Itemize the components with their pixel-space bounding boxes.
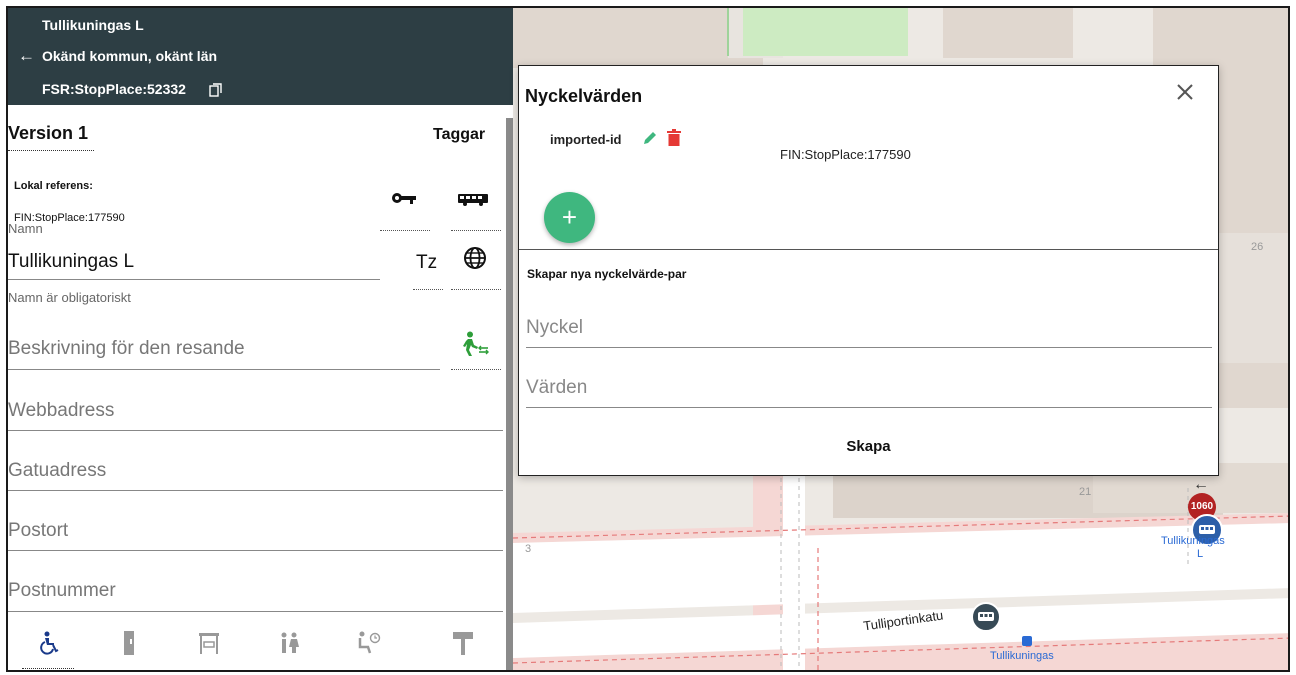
- waiting-room-icon[interactable]: [354, 628, 384, 658]
- url-input[interactable]: Webbadress: [8, 400, 114, 422]
- ticket-machine-icon[interactable]: [114, 628, 144, 658]
- back-arrow-icon[interactable]: ←: [18, 46, 35, 66]
- stop-id: FSR:StopPlace:52332: [42, 81, 186, 97]
- arrow-left-icon: ←: [1193, 476, 1209, 493]
- stop-editor-panel: Tullikuningas L ← Okänd kommun, okänt lä…: [8, 8, 513, 670]
- facility-tabs: [8, 620, 513, 670]
- new-pair-section: Skapar nya nyckelvärde-par Skapa: [519, 249, 1218, 475]
- stop-name-label: Tullikuningas: [990, 650, 1054, 662]
- version-tab[interactable]: Version 1: [8, 123, 94, 151]
- new-pair-title: Skapar nya nyckelvärde-par: [527, 267, 687, 281]
- stop-title: Tullikuningas L: [42, 17, 144, 33]
- house-number: 3: [525, 543, 532, 555]
- walking-transfer-icon[interactable]: [460, 331, 490, 357]
- name-label: Namn: [8, 221, 43, 236]
- key-value-dialog: Nyckelvärden imported-id FIN:StopPlace:1…: [518, 65, 1219, 476]
- house-number: 21: [1079, 486, 1092, 498]
- dialog-title: Nyckelvärden: [525, 86, 643, 106]
- copy-icon[interactable]: [209, 83, 223, 97]
- city-underline: [8, 550, 503, 551]
- key-value-value: FIN:StopPlace:177590: [780, 147, 911, 162]
- key-input[interactable]: [526, 308, 1212, 348]
- bus-stop-small-icon[interactable]: [1022, 636, 1032, 646]
- description-input[interactable]: Beskrivning för den resande: [8, 338, 245, 360]
- panel-header: Tullikuningas L ← Okänd kommun, okänt lä…: [8, 8, 513, 105]
- walking-icon-underline: [451, 369, 501, 370]
- restroom-icon[interactable]: [274, 628, 304, 658]
- edit-pencil-icon[interactable]: [642, 130, 658, 146]
- name-input[interactable]: Tullikuningas L: [8, 251, 134, 273]
- create-button[interactable]: Skapa: [519, 438, 1218, 455]
- description-underline: [8, 369, 440, 370]
- postal-code-input[interactable]: Postnummer: [8, 580, 116, 602]
- sign-icon[interactable]: [448, 628, 478, 658]
- close-icon[interactable]: [1173, 80, 1197, 104]
- value-input[interactable]: [526, 368, 1212, 408]
- house-number: 26: [1251, 241, 1264, 253]
- street-address-input[interactable]: Gatuadress: [8, 460, 106, 482]
- postal-code-underline: [8, 611, 503, 612]
- bus-icon[interactable]: [458, 194, 488, 206]
- key-icon-underline: [380, 230, 430, 231]
- key-value-key: imported-id: [550, 132, 622, 147]
- active-tab-underline: [22, 668, 74, 669]
- key-icon[interactable]: [391, 191, 417, 205]
- globe-underline: [451, 289, 501, 290]
- globe-icon[interactable]: [463, 246, 487, 270]
- url-underline: [8, 430, 503, 431]
- stop-location: Okänd kommun, okänt län: [42, 48, 218, 64]
- wheelchair-icon[interactable]: [34, 628, 64, 658]
- stop-name-label: Tullikuningas: [1161, 535, 1225, 547]
- bus-stop-marker[interactable]: [971, 602, 1001, 632]
- name-required-hint: Namn är obligatoriskt: [8, 290, 131, 305]
- shelter-icon[interactable]: [194, 628, 224, 658]
- add-pair-button[interactable]: +: [544, 192, 595, 243]
- tags-tab[interactable]: Taggar: [433, 126, 485, 144]
- panel-splitter[interactable]: [506, 118, 513, 670]
- timezone-underline: [413, 289, 443, 290]
- bus-icon-underline: [451, 230, 501, 231]
- city-input[interactable]: Postort: [8, 520, 68, 542]
- delete-trash-icon[interactable]: [667, 129, 681, 146]
- stop-name-suffix: L: [1197, 548, 1204, 560]
- timezone-button[interactable]: Tz: [416, 252, 437, 274]
- local-reference-label: Lokal referens:: [14, 180, 93, 192]
- name-input-underline: [8, 279, 380, 280]
- street-address-underline: [8, 490, 503, 491]
- bus-icon: [978, 612, 994, 621]
- app-frame: 26 21 3 ← 1060 Tullikuningas L Tulliport…: [6, 6, 1290, 672]
